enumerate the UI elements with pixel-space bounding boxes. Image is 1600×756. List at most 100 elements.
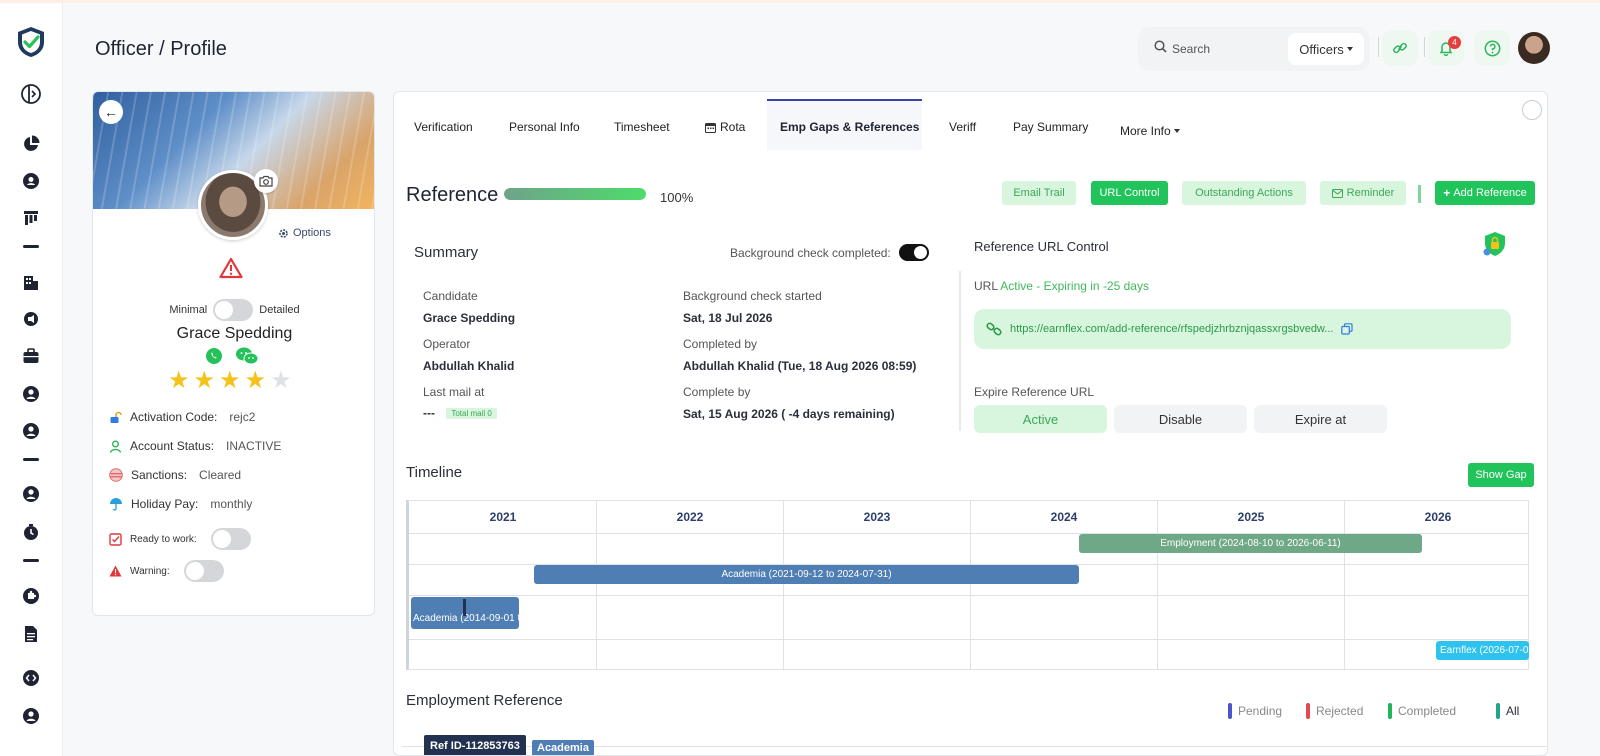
year-label: 2021 (489, 510, 517, 524)
tab-rota[interactable]: Rota (705, 120, 745, 134)
gear-icon (279, 228, 288, 238)
legend-all[interactable]: All (1496, 703, 1519, 719)
url-expire-at-option[interactable]: Expire at (1254, 405, 1387, 433)
tab-verification[interactable]: Verification (414, 120, 473, 134)
header-separator (1424, 37, 1425, 57)
tab-personal-info[interactable]: Personal Info (509, 120, 580, 134)
background-check-switch: Background check completed: (730, 244, 929, 261)
legend-rejected[interactable]: Rejected (1306, 703, 1363, 719)
options-link[interactable]: Options (278, 227, 331, 239)
app-logo-icon[interactable] (14, 25, 48, 59)
completed-by-label: Completed by (683, 337, 758, 351)
timeline-bar-academia[interactable]: Academia (2021-09-12 to 2024-07-31) (534, 565, 1079, 584)
url-active-option[interactable]: Active (974, 405, 1107, 433)
background-check-toggle[interactable] (898, 244, 929, 261)
show-gap-button[interactable]: Show Gap (1468, 463, 1534, 487)
tab-more-info[interactable]: More Info (1120, 124, 1180, 138)
user-circle-icon[interactable] (20, 383, 42, 405)
user-circle-icon[interactable] (20, 705, 42, 727)
sidebar (0, 3, 63, 756)
broadcast-icon[interactable] (20, 308, 42, 330)
sanctions-label: Sanctions: (131, 468, 188, 482)
email-trail-button[interactable]: Email Trail (1002, 181, 1076, 205)
view-mode-toggle[interactable] (213, 299, 254, 321)
whatsapp-icon[interactable] (205, 347, 223, 365)
back-button[interactable]: ← (99, 100, 123, 124)
user-circle-icon[interactable] (20, 420, 42, 442)
sidebar-divider (23, 559, 39, 562)
briefcase-icon[interactable] (20, 345, 42, 367)
expire-url-label: Expire Reference URL (974, 385, 1095, 399)
building-icon[interactable] (20, 271, 42, 293)
add-reference-label: Add Reference (1453, 187, 1527, 199)
legend-marker (1228, 703, 1232, 719)
url-control-button[interactable]: URL Control (1091, 181, 1168, 205)
reference-title: Reference (406, 184, 499, 206)
ready-to-work-label: Ready to work: (130, 533, 197, 545)
puzzle-icon[interactable] (20, 585, 42, 607)
candidate-label: Candidate (423, 289, 478, 303)
timeline-title: Timeline (406, 464, 463, 481)
warning-icon (109, 565, 122, 577)
unlock-icon (110, 411, 122, 423)
star-icon: ★ (244, 367, 267, 394)
main-panel: Verification Personal Info Timesheet Rot… (393, 91, 1548, 756)
board-icon[interactable] (20, 207, 42, 229)
summary-title: Summary (414, 244, 479, 261)
action-separator (1418, 185, 1421, 203)
ready-to-work-row: Ready to work: (109, 528, 251, 550)
copy-icon[interactable] (1341, 323, 1354, 335)
legend-pending-label: Pending (1238, 704, 1283, 718)
reminder-button[interactable]: Reminder (1320, 181, 1406, 205)
timeline-gap-marker (463, 599, 466, 616)
dashboard-pie-icon[interactable] (20, 133, 42, 155)
ready-to-work-toggle[interactable] (210, 528, 251, 550)
url-disable-option[interactable]: Disable (1114, 405, 1247, 433)
activation-code-label: Activation Code: (130, 410, 218, 424)
bg-started-value: Sat, 18 Jul 2026 (683, 311, 773, 325)
officers-dropdown[interactable]: Officers (1288, 33, 1364, 65)
top-accent-line (0, 0, 1600, 3)
year-label: 2022 (676, 510, 704, 524)
tab-emp-gaps-references[interactable]: Emp Gaps & References (780, 120, 919, 134)
document-icon[interactable] (20, 623, 42, 645)
holiday-pay-label: Holiday Pay: (131, 497, 199, 511)
sanctions-row: Sanctions: Cleared (109, 468, 241, 482)
search-input[interactable] (1172, 39, 1282, 59)
timeline-bar-earnflex[interactable]: Earnflex (2026-07-0 (1436, 641, 1529, 660)
sidebar-toggle-icon[interactable] (20, 83, 42, 105)
umbrella-icon (110, 498, 122, 511)
outstanding-actions-button[interactable]: Outstanding Actions (1182, 181, 1306, 205)
calendar-icon (705, 122, 716, 133)
last-mail-label: Last mail at (423, 385, 485, 399)
tab-veriff[interactable]: Veriff (949, 120, 976, 134)
reference-url-link[interactable]: https://earnflex.com/add-reference/rfspe… (1010, 323, 1333, 335)
timer-icon[interactable] (20, 521, 42, 543)
wechat-icon[interactable] (235, 347, 259, 365)
user-circle-icon[interactable] (20, 483, 42, 505)
user-avatar[interactable] (1518, 32, 1550, 64)
link-button[interactable] (1382, 30, 1418, 66)
warning-toggle[interactable] (183, 560, 224, 582)
shield-user-icon[interactable] (20, 170, 42, 192)
timeline-bar-academia-early-label: Academia (2014-09-01 t (413, 613, 519, 624)
sidebar-divider (23, 458, 39, 461)
star-rating: ★ ★ ★ ★ ★ (168, 369, 292, 393)
bg-started-label: Background check started (683, 289, 822, 303)
tab-pay-summary[interactable]: Pay Summary (1013, 120, 1088, 134)
timeline-row-divider (409, 595, 1528, 596)
change-photo-button[interactable] (254, 169, 278, 193)
code-icon[interactable] (20, 667, 42, 689)
help-button[interactable] (1474, 30, 1510, 66)
caret-down-icon (1173, 129, 1180, 133)
legend-pending[interactable]: Pending (1228, 703, 1282, 719)
notifications-button[interactable]: 4 (1428, 30, 1464, 66)
operator-value: Abdullah Khalid (423, 359, 515, 373)
add-reference-button[interactable]: + Add Reference (1435, 181, 1535, 205)
timeline-bar-employment[interactable]: Employment (2024-08-10 to 2026-06-11) (1079, 534, 1422, 553)
legend-completed[interactable]: Completed (1388, 703, 1456, 719)
collapse-panel-icon[interactable] (1522, 100, 1542, 120)
tab-timesheet[interactable]: Timesheet (614, 120, 670, 134)
account-status-label: Account Status: (130, 439, 215, 453)
notification-badge: 4 (1448, 36, 1461, 49)
